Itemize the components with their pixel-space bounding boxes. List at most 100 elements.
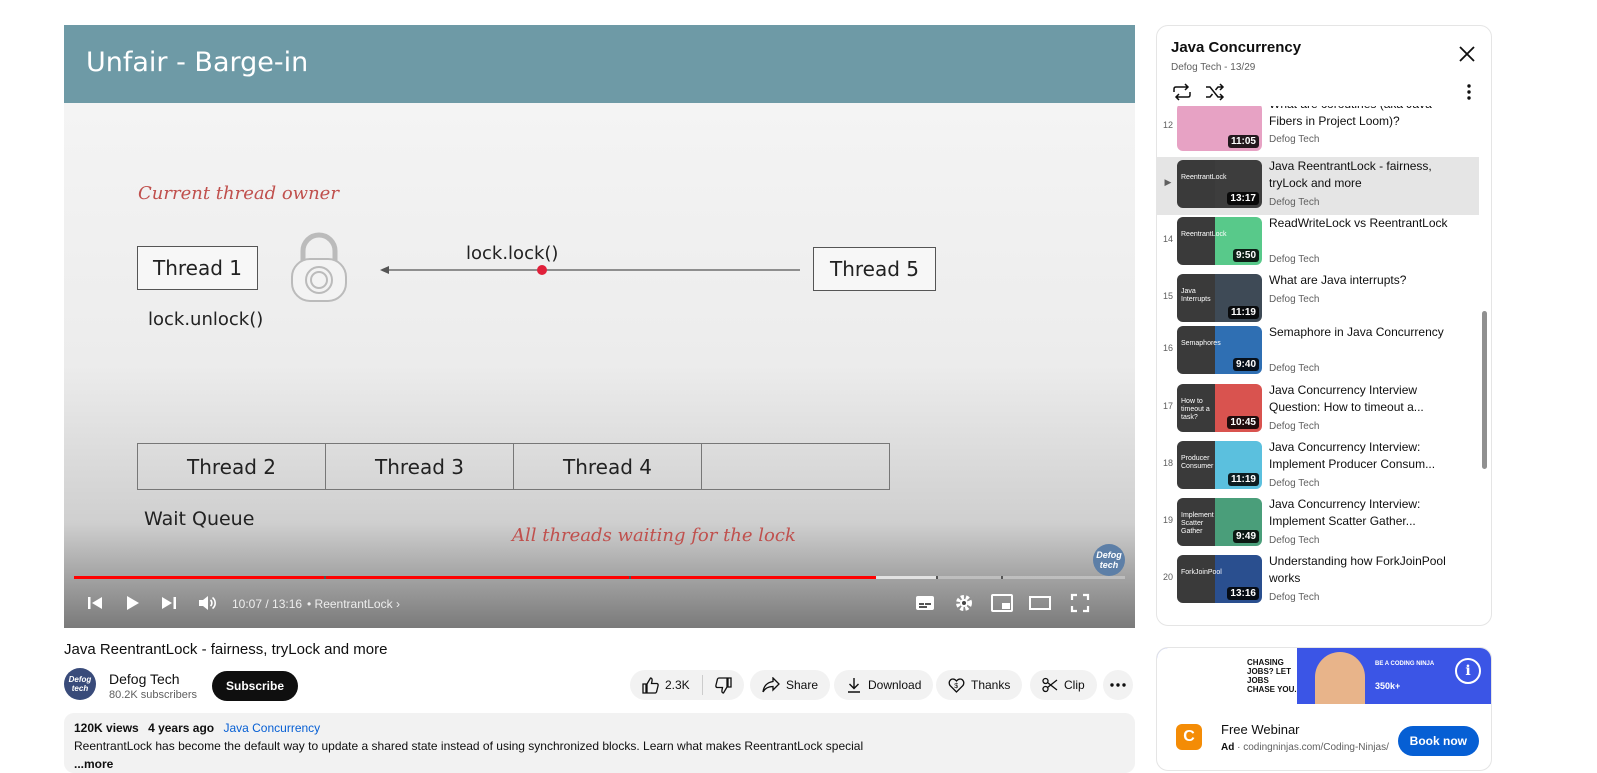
- playlist-item-thumbnail[interactable]: How to timeout a task? 10:45: [1177, 384, 1262, 432]
- miniplayer-icon: [991, 594, 1013, 612]
- playlist-title[interactable]: Java Concurrency: [1171, 39, 1301, 56]
- playlist-item-title[interactable]: Java Concurrency Interview: Implement Sc…: [1269, 496, 1449, 530]
- like-button[interactable]: 2.3K: [630, 670, 702, 700]
- thanks-button[interactable]: $ Thanks: [936, 670, 1023, 700]
- playlist-item-index: 18: [1162, 458, 1173, 468]
- more-actions-button[interactable]: [1103, 670, 1133, 700]
- settings-button[interactable]: [951, 590, 977, 616]
- playlist-item-title[interactable]: ReadWriteLock vs ReentrantLock: [1269, 215, 1449, 249]
- volume-button[interactable]: [194, 590, 220, 616]
- playlist-item[interactable]: 20 ForkJoinPool 13:16 Understanding how For…: [1157, 552, 1479, 610]
- dislike-button[interactable]: [703, 670, 744, 700]
- chapter-marker: [935, 576, 938, 579]
- ad-domain: codingninjas.com/Coding-Ninjas/: [1243, 742, 1389, 753]
- info-icon[interactable]: i: [1455, 658, 1481, 684]
- chapter-marker: [628, 576, 631, 579]
- playlist-item-channel[interactable]: Defog Tech: [1269, 197, 1319, 208]
- thumbs-down-icon: [714, 676, 732, 694]
- loop-icon[interactable]: [1171, 83, 1193, 101]
- ad-banner-tagline-text: BE A CODING NINJA: [1375, 661, 1435, 667]
- duration-badge: 13:17: [1227, 192, 1259, 205]
- playlist-scrollbar[interactable]: [1482, 311, 1487, 469]
- playlist-item-channel[interactable]: Defog Tech: [1269, 478, 1319, 489]
- playlist-item[interactable]: 18 Producer Consumer 11:19 Java Concurrency…: [1157, 438, 1479, 496]
- playlist-item-channel[interactable]: Defog Tech: [1269, 294, 1319, 305]
- playlist-item-title[interactable]: Java Concurrency Interview: Implement Pr…: [1269, 439, 1449, 473]
- more-vertical-icon[interactable]: [1459, 82, 1479, 102]
- playlist-item-channel[interactable]: Defog Tech: [1269, 134, 1319, 145]
- play-button[interactable]: [119, 590, 145, 616]
- progress-played: [74, 576, 876, 579]
- ad-banner-tagline: BE A CODING NINJA 350k+: [1375, 660, 1435, 691]
- channel-watermark[interactable]: Defog tech: [1093, 544, 1125, 576]
- description-box[interactable]: 120K views 4 years ago Java Concurrency …: [64, 713, 1135, 773]
- playlist-item-channel[interactable]: Defog Tech: [1269, 254, 1319, 265]
- ad-card[interactable]: CHASING JOBS? LET JOBS CHASE YOU. BE A C…: [1156, 647, 1492, 771]
- playlist-item-channel[interactable]: Defog Tech: [1269, 363, 1319, 374]
- queue-cell: [702, 444, 889, 489]
- playlist-item[interactable]: 15 Java Interrupts 11:19 What are Java inte…: [1157, 271, 1479, 329]
- more-horizontal-icon: [1110, 683, 1126, 687]
- playlist-item-thumbnail[interactable]: Producer Consumer 11:19: [1177, 441, 1262, 489]
- video-player[interactable]: Unfair - Barge-in Current thread owner T…: [64, 25, 1135, 628]
- ad-subtitle: Ad · codingninjas.com/Coding-Ninjas/: [1221, 742, 1389, 753]
- miniplayer-button[interactable]: [989, 590, 1015, 616]
- playlist-item-title[interactable]: What are coroutines (aka Java Fibers in …: [1269, 106, 1449, 130]
- subscribe-button[interactable]: Subscribe: [212, 671, 299, 701]
- fullscreen-button[interactable]: [1067, 590, 1093, 616]
- player-controls: 10:07 / 13:16 • ReentrantLock ›: [64, 576, 1135, 628]
- playlist-item-title[interactable]: Java Concurrency Interview Question: How…: [1269, 382, 1449, 416]
- share-button[interactable]: Share: [750, 670, 831, 700]
- playlist-item[interactable]: ▶ ReentrantLock 13:17 Java ReentrantLock - …: [1157, 157, 1479, 215]
- ad-title[interactable]: Free Webinar: [1221, 722, 1300, 737]
- book-now-button[interactable]: Book now: [1397, 726, 1479, 756]
- subtitles-button[interactable]: [912, 590, 938, 616]
- chapter-marker: [1000, 576, 1003, 579]
- playlist-item[interactable]: 14 ReentrantLock 9:50 ReadWriteLock vs Reen…: [1157, 214, 1479, 272]
- shuffle-icon[interactable]: [1204, 83, 1226, 101]
- playlist-item-channel[interactable]: Defog Tech: [1269, 535, 1319, 546]
- queue-label: Wait Queue: [144, 508, 255, 530]
- playlist-item[interactable]: 17 How to timeout a task? 10:45 Java Concur…: [1157, 381, 1479, 439]
- playlist-subtitle: Defog Tech - 13/29: [1171, 62, 1256, 73]
- download-button[interactable]: Download: [834, 670, 934, 700]
- playlist-item-title[interactable]: Java ReentrantLock - fairness, tryLock a…: [1269, 158, 1449, 192]
- thumbnail-caption: Producer Consumer: [1181, 455, 1214, 470]
- playlist-item-index: 19: [1162, 515, 1173, 525]
- volume-icon: [199, 596, 216, 610]
- duration-badge: 11:19: [1227, 473, 1259, 486]
- play-icon: [127, 596, 139, 610]
- playlist-item[interactable]: 12 11:05 What are coroutines (aka Java Fib…: [1157, 106, 1479, 158]
- thumbnail-caption: Java Interrupts: [1181, 288, 1211, 303]
- playlist-item-channel[interactable]: Defog Tech: [1269, 592, 1319, 603]
- playlist-item-channel[interactable]: Defog Tech: [1269, 421, 1319, 432]
- channel-name[interactable]: Defog Tech: [109, 671, 180, 687]
- share-label: Share: [786, 678, 819, 692]
- playlist-item[interactable]: 19 Implement Scatter Gather 9:49 Java Concu…: [1157, 495, 1479, 553]
- playlist-item-title[interactable]: Semaphore in Java Concurrency: [1269, 324, 1449, 358]
- playlist-item-thumbnail[interactable]: Semaphores 9:40: [1177, 326, 1262, 374]
- previous-button[interactable]: [82, 590, 108, 616]
- playlist-item-index: 17: [1162, 401, 1173, 411]
- playlist-item-thumbnail[interactable]: 11:05: [1177, 106, 1262, 151]
- owner-thread-box: Thread 1: [137, 246, 258, 290]
- chapter-button[interactable]: • ReentrantLock ›: [307, 597, 400, 611]
- thumbnail-caption: Implement Scatter Gather: [1181, 512, 1214, 535]
- close-icon[interactable]: [1457, 44, 1477, 64]
- theater-mode-button[interactable]: [1027, 590, 1053, 616]
- playlist-link[interactable]: Java Concurrency: [223, 721, 320, 735]
- playlist-item-title[interactable]: Understanding how ForkJoinPool works: [1269, 553, 1449, 587]
- playlist-item-thumbnail[interactable]: Java Interrupts 11:19: [1177, 274, 1262, 322]
- playlist-item[interactable]: 16 Semaphores 9:40 Semaphore in Java Concur…: [1157, 323, 1479, 381]
- clip-button[interactable]: Clip: [1030, 670, 1097, 700]
- ad-banner[interactable]: CHASING JOBS? LET JOBS CHASE YOU. BE A C…: [1157, 648, 1491, 704]
- playlist-item-thumbnail[interactable]: Implement Scatter Gather 9:49: [1177, 498, 1262, 546]
- playlist-item-thumbnail[interactable]: ForkJoinPool 13:16: [1177, 555, 1262, 603]
- thumbnail-caption: How to timeout a task?: [1181, 398, 1210, 421]
- playlist-item-thumbnail[interactable]: ReentrantLock 13:17: [1177, 160, 1262, 208]
- next-button[interactable]: [156, 590, 182, 616]
- channel-avatar[interactable]: Defog tech: [64, 668, 96, 700]
- playlist-item-thumbnail[interactable]: ReentrantLock 9:50: [1177, 217, 1262, 265]
- playlist-item-index: 20: [1162, 572, 1173, 582]
- progress-bar[interactable]: [74, 576, 1125, 579]
